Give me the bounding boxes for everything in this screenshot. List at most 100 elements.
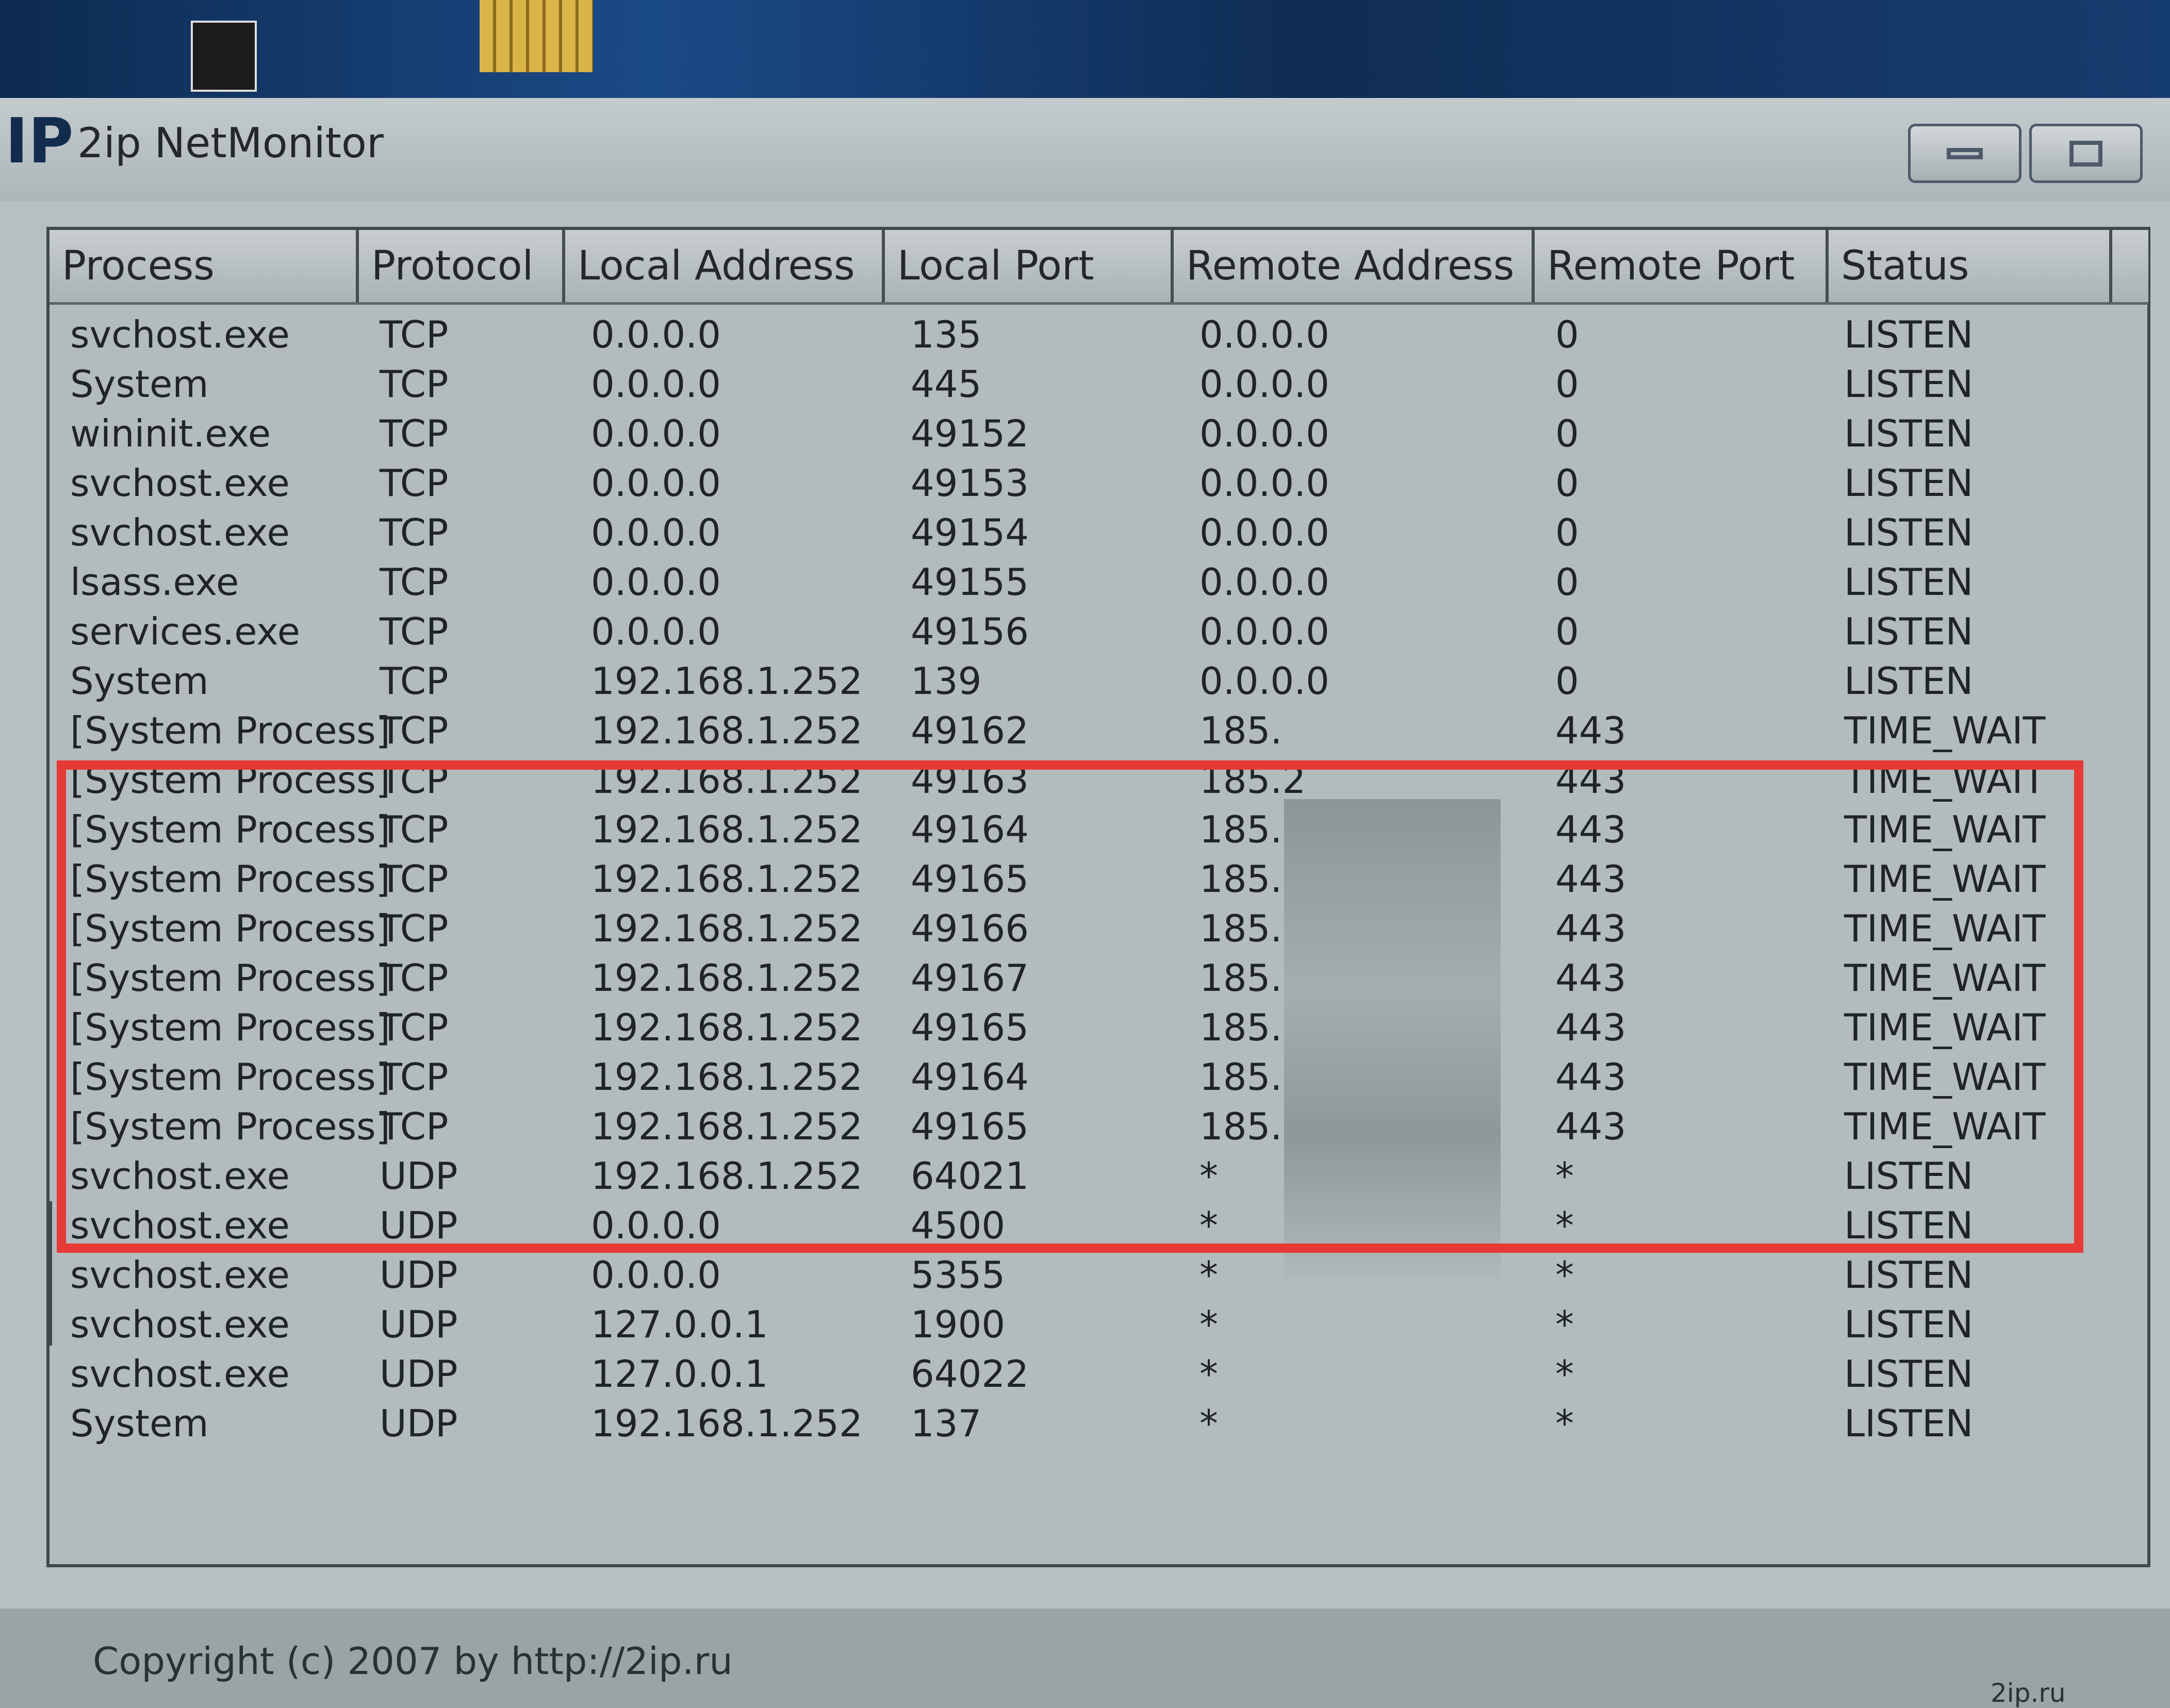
cell-process: svchost.exe (70, 1303, 290, 1346)
cell-protocol: UDP (380, 1204, 458, 1247)
cell-status: LISTEN (1844, 313, 1974, 356)
cell-remote-address: 0.0.0.0 (1199, 610, 1329, 653)
column-header-status[interactable]: Status (1829, 230, 2112, 302)
cell-protocol: TCP (380, 560, 449, 604)
column-header-local-address[interactable]: Local Address (565, 230, 885, 302)
cell-local-port: 49165 (911, 1105, 1029, 1148)
minimize-icon (1947, 147, 1983, 159)
cell-local-address: 0.0.0.0 (591, 362, 721, 406)
table-row[interactable]: [System Process] TCP 192.168.1.252 49165 185… (50, 1102, 2148, 1151)
cell-remote-port: 443 (1555, 857, 1626, 901)
column-header-process[interactable]: Process (50, 230, 359, 302)
table-row[interactable]: svchost.exe TCP 0.0.0.0 135 0.0.0.0 0 LISTEN (50, 310, 2148, 359)
cell-remote-address: 0.0.0.0 (1199, 412, 1329, 455)
cell-remote-port: 443 (1555, 1006, 1626, 1049)
column-header-protocol[interactable]: Protocol (359, 230, 565, 302)
cell-local-address: 0.0.0.0 (591, 610, 721, 653)
connections-list[interactable]: Process Protocol Local Address Local Por… (46, 227, 2150, 1567)
cell-local-address: 127.0.0.1 (591, 1352, 768, 1396)
cell-remote-address: 0.0.0.0 (1199, 511, 1329, 554)
cell-local-port: 49167 (911, 956, 1029, 1000)
table-row[interactable]: svchost.exe UDP 0.0.0.0 5355 * * LISTEN (50, 1250, 2148, 1300)
cell-local-port: 49163 (911, 758, 1029, 802)
cell-local-address: 192.168.1.252 (591, 1154, 863, 1198)
cell-remote-address: 0.0.0.0 (1199, 659, 1329, 703)
cell-process: System (70, 1402, 209, 1445)
cell-protocol: TCP (380, 956, 449, 1000)
table-row[interactable]: lsass.exe TCP 0.0.0.0 49155 0.0.0.0 0 LISTEN (50, 557, 2148, 607)
table-row[interactable]: svchost.exe UDP 127.0.0.1 64022 * * LISTEN (50, 1349, 2148, 1399)
column-header-local-port[interactable]: Local Port (885, 230, 1174, 302)
table-row[interactable]: svchost.exe TCP 0.0.0.0 49153 0.0.0.0 0 LISTEN (50, 458, 2148, 508)
table-row[interactable]: services.exe TCP 0.0.0.0 49156 0.0.0.0 0 LISTE… (50, 607, 2148, 656)
table-row[interactable]: svchost.exe UDP 192.168.1.252 64021 * * LISTEN (50, 1151, 2148, 1201)
cell-process: svchost.exe (70, 1253, 290, 1297)
cell-remote-address: * (1199, 1154, 1218, 1198)
table-row[interactable]: System TCP 0.0.0.0 445 0.0.0.0 0 LISTEN (50, 359, 2148, 409)
desktop-shortcut-icon[interactable] (191, 21, 257, 92)
cell-status: LISTEN (1844, 1352, 1974, 1396)
cell-remote-port: * (1555, 1204, 1574, 1247)
cell-remote-address: * (1199, 1303, 1218, 1346)
cell-status: LISTEN (1844, 1402, 1974, 1445)
cell-process: System (70, 362, 209, 406)
corner-logo: 2ip.ru (1991, 1678, 2066, 1708)
cell-process: svchost.exe (70, 1352, 290, 1396)
cell-local-port: 64021 (911, 1154, 1029, 1198)
cell-process: [System Process] (70, 857, 390, 901)
minimize-button[interactable] (1908, 124, 2021, 183)
table-row[interactable]: [System Process] TCP 192.168.1.252 49164 185… (50, 1052, 2148, 1102)
cell-remote-port: 0 (1555, 610, 1579, 653)
cell-remote-address: 0.0.0.0 (1199, 313, 1329, 356)
cell-local-address: 192.168.1.252 (591, 857, 863, 901)
column-header-remote-address[interactable]: Remote Address (1174, 230, 1535, 302)
desktop-folder-icon[interactable] (480, 0, 593, 72)
cell-protocol: UDP (380, 1303, 458, 1346)
title-bar[interactable]: IP 2ip NetMonitor (0, 98, 2170, 201)
cell-local-port: 49152 (911, 412, 1029, 455)
cell-protocol: TCP (380, 1006, 449, 1049)
table-row[interactable]: [System Process] TCP 192.168.1.252 49165 185… (50, 854, 2148, 904)
cell-local-address: 0.0.0.0 (591, 560, 721, 604)
cell-process: [System Process] (70, 1055, 390, 1099)
cell-protocol: TCP (380, 709, 449, 752)
table-row[interactable]: svchost.exe UDP 0.0.0.0 4500 * * LISTEN (50, 1201, 2148, 1250)
table-row[interactable]: [System Process] TCP 192.168.1.252 49162 185… (50, 706, 2148, 755)
cell-local-address: 0.0.0.0 (591, 1204, 721, 1247)
window-title: 2ip NetMonitor (77, 119, 384, 167)
cell-status: LISTEN (1844, 1253, 1974, 1297)
cell-remote-address: * (1199, 1253, 1218, 1297)
cell-local-port: 49164 (911, 1055, 1029, 1099)
cell-local-port: 445 (911, 362, 982, 406)
table-row[interactable]: [System Process] TCP 192.168.1.252 49166 185… (50, 904, 2148, 953)
table-row[interactable]: [System Process] TCP 192.168.1.252 49165 185… (50, 1003, 2148, 1052)
cell-local-address: 0.0.0.0 (591, 412, 721, 455)
cell-status: LISTEN (1844, 362, 1974, 406)
table-row[interactable]: System TCP 192.168.1.252 139 0.0.0.0 0 LISTEN (50, 656, 2148, 706)
cell-local-address: 0.0.0.0 (591, 313, 721, 356)
cell-local-address: 192.168.1.252 (591, 758, 863, 802)
cell-remote-address: 185.2 (1199, 758, 1306, 802)
cell-local-port: 139 (911, 659, 982, 703)
cell-process: [System Process] (70, 956, 390, 1000)
table-row[interactable]: System UDP 192.168.1.252 137 * * LISTEN (50, 1399, 2148, 1448)
maximize-button[interactable] (2029, 124, 2143, 183)
cell-process: svchost.exe (70, 313, 290, 356)
cell-local-port: 137 (911, 1402, 982, 1445)
cell-protocol: TCP (380, 758, 449, 802)
cell-remote-port: * (1555, 1402, 1574, 1445)
table-row[interactable]: svchost.exe UDP 127.0.0.1 1900 * * LISTEN (50, 1300, 2148, 1349)
table-row[interactable]: [System Process] TCP 192.168.1.252 49167 185… (50, 953, 2148, 1003)
table-row[interactable]: [System Process] TCP 192.168.1.252 49163 185… (50, 755, 2148, 805)
cell-status: TIME_WAIT (1844, 907, 2046, 950)
table-row[interactable]: svchost.exe TCP 0.0.0.0 49154 0.0.0.0 0 LISTEN (50, 508, 2148, 557)
cell-local-port: 49155 (911, 560, 1029, 604)
cell-protocol: TCP (380, 907, 449, 950)
cell-remote-address: * (1199, 1352, 1218, 1396)
column-header-remote-port[interactable]: Remote Port (1535, 230, 1829, 302)
table-row[interactable]: [System Process] TCP 192.168.1.252 49164 185… (50, 805, 2148, 854)
column-header-row: Process Protocol Local Address Local Por… (50, 230, 2148, 305)
table-row[interactable]: wininit.exe TCP 0.0.0.0 49152 0.0.0.0 0 LISTEN (50, 409, 2148, 458)
cell-local-address: 192.168.1.252 (591, 907, 863, 950)
cell-process: [System Process] (70, 758, 390, 802)
